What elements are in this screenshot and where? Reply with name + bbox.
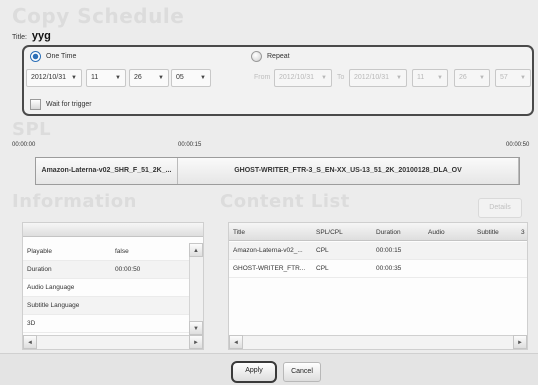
content-duration: 00:00:35 xyxy=(376,265,402,272)
spl-heading: SPL xyxy=(12,119,52,140)
from-label: From xyxy=(254,74,271,81)
to-label: To xyxy=(337,74,345,81)
content-list-table: Title SPL/CPL Duration Audio Subtitle 3 … xyxy=(228,222,528,350)
column-header-duration[interactable]: Duration xyxy=(376,229,401,236)
wait-for-trigger-label[interactable]: Wait for trigger xyxy=(46,101,92,108)
repeat-second-dropdown[interactable]: 57 ▼ xyxy=(495,69,531,87)
info-key: 3D xyxy=(27,320,36,327)
hour-dropdown[interactable]: 11 ▼ xyxy=(86,69,126,87)
chevron-down-icon: ▼ xyxy=(158,75,164,81)
scroll-down-icon[interactable]: ▼ xyxy=(189,321,203,335)
wait-for-trigger-checkbox[interactable] xyxy=(30,99,41,110)
repeat-label[interactable]: Repeat xyxy=(267,53,290,60)
to-date-value: 2012/10/31 xyxy=(354,74,390,81)
table-row[interactable]: Duration 00:00:50 xyxy=(23,261,189,279)
info-value: 00:00:50 xyxy=(115,266,141,273)
chevron-down-icon: ▼ xyxy=(200,75,206,81)
timeline-clip[interactable]: Amazon-Laterna-v02_SHR_F_51_2K_... xyxy=(36,158,178,184)
chevron-down-icon: ▼ xyxy=(321,75,327,81)
column-header-title[interactable]: Title xyxy=(233,229,245,236)
table-row[interactable]: Audio Language xyxy=(23,279,189,297)
column-header-audio[interactable]: Audio xyxy=(428,229,445,236)
info-value: false xyxy=(115,248,129,255)
information-table: Playable false Duration 00:00:50 Audio L… xyxy=(22,222,204,350)
date-dropdown[interactable]: 2012/10/31 ▼ xyxy=(26,69,82,87)
content-duration: 00:00:15 xyxy=(376,247,402,254)
cancel-button[interactable]: Cancel xyxy=(283,362,321,382)
timeline-end-time: 00:00:50 xyxy=(506,142,530,148)
chevron-down-icon: ▼ xyxy=(396,75,402,81)
information-table-header xyxy=(23,223,203,237)
spl-timeline: Amazon-Laterna-v02_SHR_F_51_2K_... GHOST… xyxy=(35,157,520,185)
title-label: Title: xyxy=(12,34,27,41)
chevron-down-icon: ▼ xyxy=(479,75,485,81)
apply-button[interactable]: Apply xyxy=(231,361,277,383)
scroll-right-icon[interactable]: ► xyxy=(513,335,527,349)
information-vertical-scrollbar[interactable]: ▲ ▼ xyxy=(189,243,203,335)
timeline-mid-time: 00:00:15 xyxy=(178,142,202,148)
timeline-start-time: 00:00:00 xyxy=(12,142,36,148)
second-value: 05 xyxy=(176,74,184,81)
information-horizontal-scrollbar[interactable]: ◄ ► xyxy=(23,335,203,349)
to-date-dropdown[interactable]: 2012/10/31 ▼ xyxy=(349,69,407,87)
chevron-down-icon: ▼ xyxy=(437,75,443,81)
second-dropdown[interactable]: 05 ▼ xyxy=(171,69,211,87)
content-type: CPL xyxy=(316,265,329,272)
scroll-left-icon[interactable]: ◄ xyxy=(229,335,243,349)
content-list-heading: Content List xyxy=(220,191,350,212)
repeat-second-value: 57 xyxy=(500,74,508,81)
chevron-down-icon: ▼ xyxy=(115,75,121,81)
hour-value: 11 xyxy=(91,74,99,81)
table-row[interactable]: Playable false xyxy=(23,243,189,261)
scroll-left-icon[interactable]: ◄ xyxy=(23,335,37,349)
minute-dropdown[interactable]: 26 ▼ xyxy=(129,69,169,87)
column-header-spl-cpl[interactable]: SPL/CPL xyxy=(316,229,343,236)
title-row: Title: yyg xyxy=(12,30,51,42)
column-header-3d[interactable]: 3 xyxy=(521,229,525,236)
one-time-radio[interactable] xyxy=(30,51,41,62)
repeat-radio[interactable] xyxy=(251,51,262,62)
content-type: CPL xyxy=(316,247,329,254)
chevron-down-icon: ▼ xyxy=(71,75,77,81)
details-button[interactable]: Details xyxy=(478,198,522,218)
column-header-subtitle[interactable]: Subtitle xyxy=(477,229,499,236)
chevron-down-icon: ▼ xyxy=(520,75,526,81)
title-value: yyg xyxy=(31,30,51,42)
info-key: Playable xyxy=(27,248,52,255)
date-value: 2012/10/31 xyxy=(31,74,67,81)
info-key: Duration xyxy=(27,266,52,273)
table-row[interactable]: Subtitle Language xyxy=(23,297,189,315)
repeat-minute-value: 26 xyxy=(459,74,467,81)
scroll-up-icon[interactable]: ▲ xyxy=(189,243,203,257)
content-title: Amazon-Laterna-v02_... xyxy=(233,247,303,254)
table-row[interactable]: GHOST-WRITER_FTR... CPL 00:00:35 xyxy=(229,260,527,278)
repeat-minute-dropdown[interactable]: 26 ▼ xyxy=(454,69,490,87)
info-key: Audio Language xyxy=(27,284,75,291)
information-heading: Information xyxy=(12,191,137,212)
timeline-clip[interactable]: GHOST-WRITER_FTR-3_S_EN-XX_US-13_51_2K_2… xyxy=(178,158,519,184)
from-date-dropdown[interactable]: 2012/10/31 ▼ xyxy=(274,69,332,87)
schedule-panel: One Time Repeat 2012/10/31 ▼ 11 ▼ 26 ▼ 0… xyxy=(22,45,534,116)
one-time-label[interactable]: One Time xyxy=(46,53,76,60)
copy-schedule-heading: Copy Schedule xyxy=(12,4,185,28)
info-key: Subtitle Language xyxy=(27,302,80,309)
table-row[interactable]: 3D xyxy=(23,315,189,333)
repeat-hour-value: 11 xyxy=(417,74,425,81)
scroll-right-icon[interactable]: ► xyxy=(189,335,203,349)
content-list-horizontal-scrollbar[interactable]: ◄ ► xyxy=(229,335,527,349)
from-date-value: 2012/10/31 xyxy=(279,74,315,81)
minute-value: 26 xyxy=(134,74,142,81)
content-title: GHOST-WRITER_FTR... xyxy=(233,265,306,272)
table-row[interactable]: Amazon-Laterna-v02_... CPL 00:00:15 xyxy=(229,242,527,260)
repeat-hour-dropdown[interactable]: 11 ▼ xyxy=(412,69,448,87)
